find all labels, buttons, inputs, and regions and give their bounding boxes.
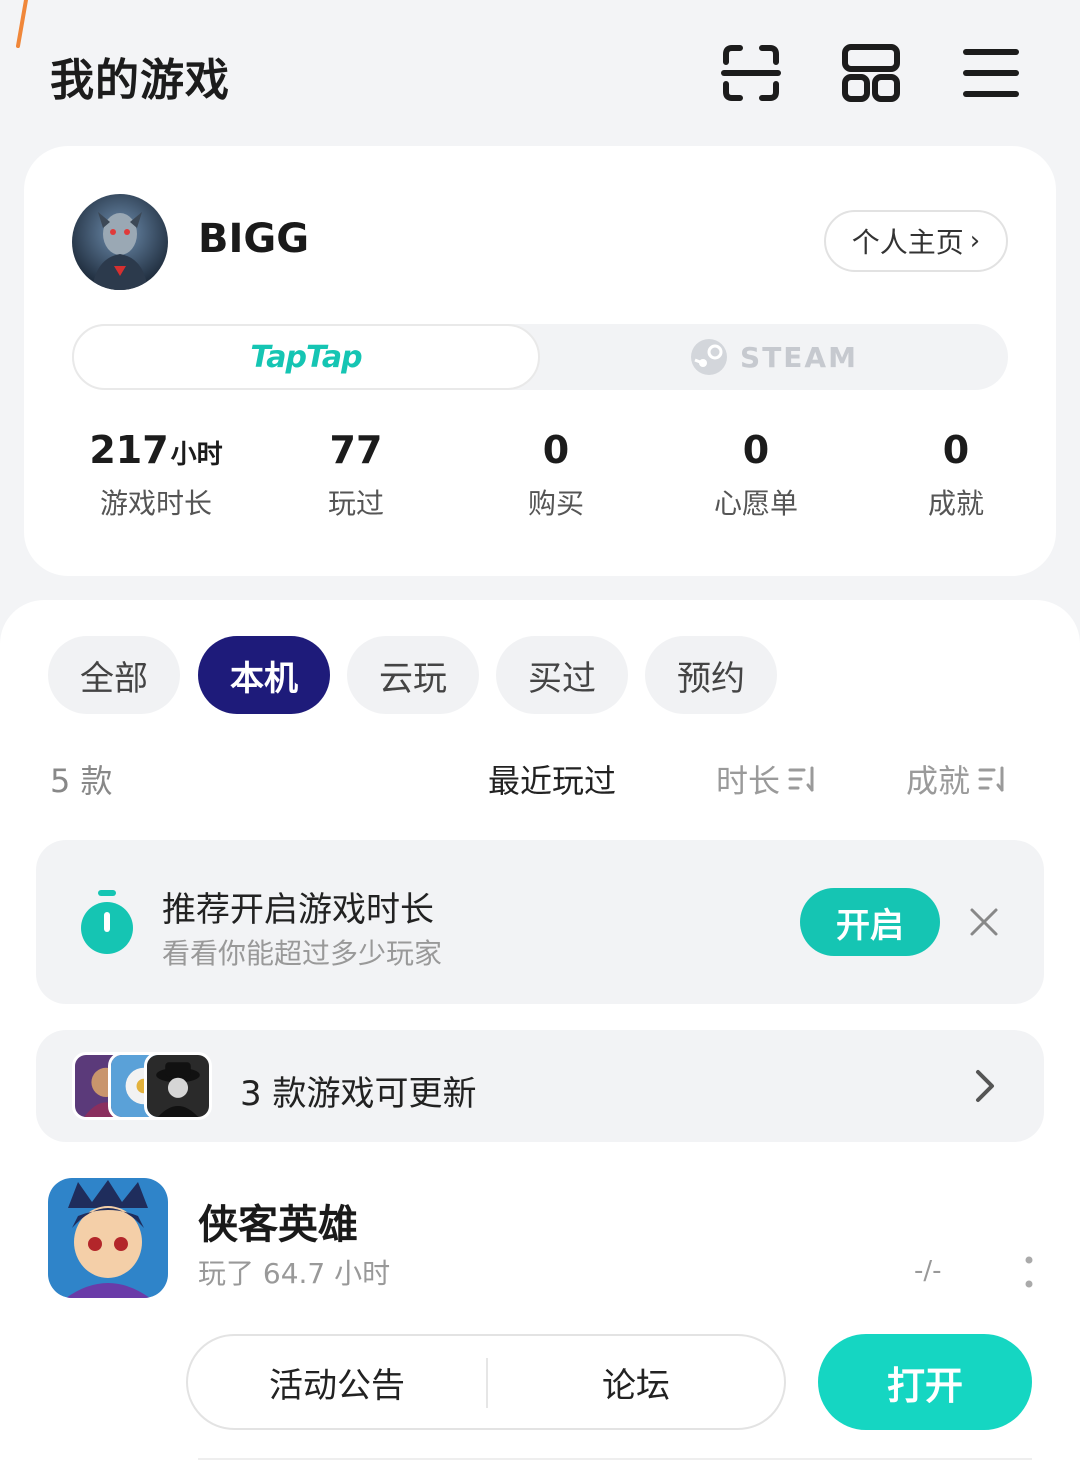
update-banner[interactable]: 3 款游戏可更新 <box>36 1030 1044 1142</box>
homepage-button[interactable]: 个人主页 › <box>824 210 1008 272</box>
divider <box>198 1458 1032 1460</box>
tab-reserved[interactable]: 预约 <box>645 636 777 714</box>
platform-switch: TapTap STEAM <box>72 324 1008 390</box>
stat-label: 购买 <box>527 487 584 520</box>
tab-bought[interactable]: 买过 <box>496 636 628 714</box>
more-options-icon[interactable] <box>1018 1252 1040 1292</box>
game-count: 5 款 <box>50 762 113 800</box>
menu-icon[interactable] <box>960 42 1022 104</box>
sort-icon <box>978 766 1004 792</box>
chevron-right-icon <box>976 1070 994 1102</box>
stopwatch-icon <box>81 890 133 954</box>
game-action-group: 活动公告 论坛 <box>186 1334 786 1430</box>
game-list-panel: 全部 本机 云玩 买过 预约 5 款 最近玩过 时长 成就 推荐开启游戏时长 看… <box>0 600 1080 1471</box>
tab-taptap[interactable]: TapTap <box>72 324 540 390</box>
stat-purchased[interactable]: 0 购买 <box>456 426 656 522</box>
sort-recent[interactable]: 最近玩过 <box>488 756 616 802</box>
game-score: -/- <box>914 1256 942 1286</box>
open-button[interactable]: 打开 <box>818 1334 1032 1430</box>
profile-card: BIGG 个人主页 › TapTap STEAM 217小时 游戏时长 77 玩… <box>24 146 1056 576</box>
sort-achievements-label: 成就 <box>906 762 971 800</box>
play-time-banner: 推荐开启游戏时长 看看你能超过多少玩家 开启 <box>36 840 1044 1004</box>
sort-recent-label: 最近玩过 <box>488 762 617 800</box>
stat-value: 0 <box>942 428 970 472</box>
grid-icon[interactable] <box>840 42 902 104</box>
sort-duration[interactable]: 时长 <box>716 756 818 802</box>
game-item: 侠客英雄 玩了 64.7 小时 -/- <box>0 1178 1080 1318</box>
game-icon[interactable] <box>48 1178 168 1298</box>
enable-button[interactable]: 开启 <box>800 888 940 956</box>
banner-subtitle: 看看你能超过多少玩家 <box>162 937 443 970</box>
forum-button[interactable]: 论坛 <box>488 1336 784 1428</box>
announcements-button[interactable]: 活动公告 <box>188 1336 486 1428</box>
game-play-time: 玩了 64.7 小时 <box>198 1257 391 1290</box>
close-icon[interactable] <box>966 904 1002 940</box>
steam-icon <box>691 339 728 375</box>
tab-all[interactable]: 全部 <box>48 636 180 714</box>
stat-unit: 小时 <box>170 440 223 470</box>
update-text: 3 款游戏可更新 <box>240 1074 477 1114</box>
username: BIGG <box>198 216 310 262</box>
homepage-label: 个人主页 <box>851 226 964 259</box>
tab-cloud[interactable]: 云玩 <box>347 636 479 714</box>
sort-icon <box>788 766 814 792</box>
top-header: 我的游戏 <box>0 0 1080 150</box>
sort-achievements[interactable]: 成就 <box>906 756 1008 802</box>
stat-label: 玩过 <box>327 487 384 520</box>
stats-row: 217小时 游戏时长 77 玩过 0 购买 0 心愿单 0 成就 <box>24 426 1056 526</box>
stat-label: 游戏时长 <box>99 487 212 520</box>
tab-steam[interactable]: STEAM <box>540 324 1008 390</box>
stat-label: 成就 <box>927 487 984 520</box>
scan-icon[interactable] <box>720 42 782 104</box>
stat-play-time[interactable]: 217小时 游戏时长 <box>56 426 256 522</box>
sort-duration-label: 时长 <box>716 762 781 800</box>
stat-value: 0 <box>742 428 770 472</box>
avatar[interactable] <box>72 194 168 290</box>
game-thumb-icon <box>144 1052 212 1120</box>
stat-achievements[interactable]: 0 成就 <box>856 426 1056 522</box>
stat-value: 217 <box>89 428 169 472</box>
taptap-logo: TapTap <box>250 339 362 375</box>
steam-label: STEAM <box>740 340 858 374</box>
tab-local[interactable]: 本机 <box>198 636 330 714</box>
page-title: 我的游戏 <box>50 55 230 106</box>
stat-wishlist[interactable]: 0 心愿单 <box>656 426 856 522</box>
stat-played[interactable]: 77 玩过 <box>256 426 456 522</box>
stat-value: 0 <box>542 428 570 472</box>
game-name[interactable]: 侠客英雄 <box>198 1192 358 1250</box>
stat-value: 77 <box>329 428 383 472</box>
banner-title: 推荐开启游戏时长 <box>162 890 434 930</box>
stat-label: 心愿单 <box>713 487 798 520</box>
chevron-right-icon: › <box>969 226 981 256</box>
